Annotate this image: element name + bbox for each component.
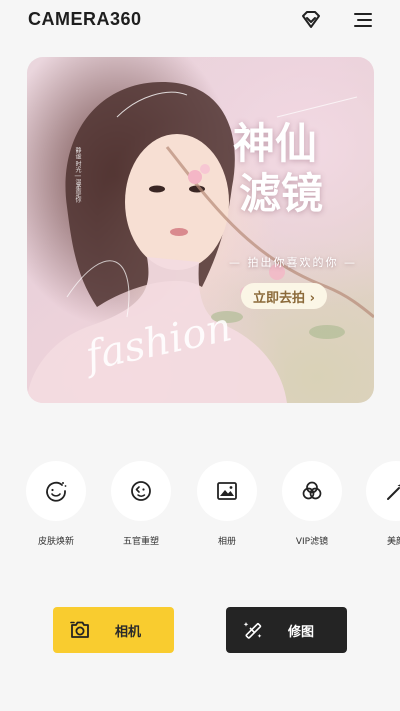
feature-vip-filter[interactable]: VIP滤镜	[272, 461, 352, 547]
feature-label: 相册	[217, 537, 236, 547]
face-reshape-icon	[131, 481, 151, 501]
feature-label: VIP滤镜	[295, 537, 329, 547]
magic-wand-icon	[387, 484, 400, 500]
top-bar: CAMERA360	[0, 0, 400, 40]
shoot-now-button[interactable]: 立即去拍 ›	[241, 283, 327, 309]
feature-label: 五官重塑	[122, 537, 159, 547]
filter-circles-icon	[302, 481, 322, 500]
feature-label: 皮肤焕新	[37, 537, 74, 547]
camera-button[interactable]: 相机	[53, 607, 174, 653]
image-icon	[217, 482, 237, 500]
feature-album[interactable]: 相册	[187, 461, 267, 547]
feature-beauty[interactable]: 美颜	[356, 461, 400, 547]
feature-face-reshape[interactable]: 五官重塑	[101, 461, 181, 547]
feature-strip: 皮肤焕新 五官重塑 相册 VIP滤镜 美	[0, 461, 400, 561]
retouch-wand-icon	[243, 622, 262, 639]
feature-skin-refresh[interactable]: 皮肤焕新	[16, 461, 96, 547]
app-logo: CAMERA360	[28, 9, 142, 29]
camera-label: 相机	[115, 625, 142, 640]
banner-side-text: 静谧 时光 | 温柔是你	[74, 147, 81, 203]
banner-title: 神仙 滤镜	[233, 119, 353, 219]
banner-title-line2: 滤镜	[239, 169, 324, 218]
feature-label: 美颜	[386, 537, 400, 547]
banner-subtitle: — 拍出你喜欢的你 —	[229, 256, 357, 269]
banner-title-line1: 神仙	[233, 119, 318, 168]
edit-photo-button[interactable]: 修图	[226, 607, 347, 653]
app-root: CAMERA360 静谧 时光 | 温柔是你 神仙 滤镜 — 拍出你喜欢的你 —…	[0, 0, 400, 711]
edit-label: 修图	[288, 625, 315, 640]
promo-banner[interactable]: 静谧 时光 | 温柔是你 神仙 滤镜 — 拍出你喜欢的你 — 立即去拍 › fa…	[27, 57, 374, 403]
face-refresh-icon	[46, 481, 67, 502]
diamond-icon[interactable]	[300, 10, 322, 30]
menu-icon[interactable]	[352, 10, 374, 30]
camera-icon	[70, 621, 89, 638]
